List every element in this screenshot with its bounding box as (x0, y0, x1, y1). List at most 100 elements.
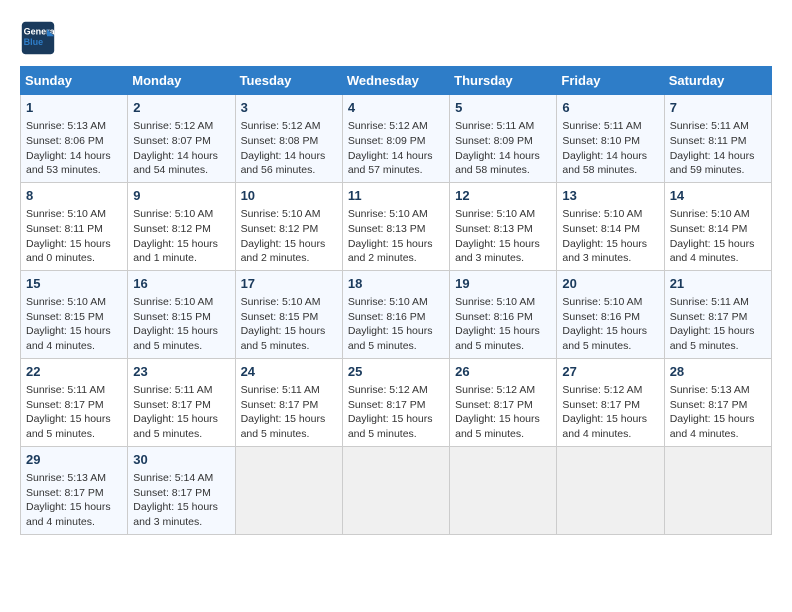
daylight-text: Daylight: 15 hours and 5 minutes. (562, 324, 658, 353)
day-number: 14 (670, 187, 766, 205)
daylight-text: Daylight: 15 hours and 1 minute. (133, 237, 229, 266)
sunrise-text: Sunrise: 5:13 AM (26, 471, 122, 486)
day-number: 4 (348, 99, 444, 117)
calendar-cell: 6Sunrise: 5:11 AMSunset: 8:10 PMDaylight… (557, 95, 664, 183)
sunset-text: Sunset: 8:17 PM (26, 398, 122, 413)
day-number: 13 (562, 187, 658, 205)
sunset-text: Sunset: 8:12 PM (133, 222, 229, 237)
sunrise-text: Sunrise: 5:10 AM (241, 295, 337, 310)
sunset-text: Sunset: 8:14 PM (670, 222, 766, 237)
sunset-text: Sunset: 8:09 PM (455, 134, 551, 149)
header: General Blue (20, 20, 772, 56)
daylight-text: Daylight: 14 hours and 54 minutes. (133, 149, 229, 178)
sunrise-text: Sunrise: 5:13 AM (670, 383, 766, 398)
sunrise-text: Sunrise: 5:10 AM (455, 295, 551, 310)
sunrise-text: Sunrise: 5:11 AM (562, 119, 658, 134)
daylight-text: Daylight: 15 hours and 0 minutes. (26, 237, 122, 266)
daylight-text: Daylight: 14 hours and 57 minutes. (348, 149, 444, 178)
sunset-text: Sunset: 8:16 PM (455, 310, 551, 325)
day-number: 21 (670, 275, 766, 293)
daylight-text: Daylight: 15 hours and 2 minutes. (241, 237, 337, 266)
sunset-text: Sunset: 8:17 PM (348, 398, 444, 413)
sunrise-text: Sunrise: 5:10 AM (348, 207, 444, 222)
sunset-text: Sunset: 8:17 PM (455, 398, 551, 413)
calendar-cell: 19Sunrise: 5:10 AMSunset: 8:16 PMDayligh… (450, 270, 557, 358)
day-number: 18 (348, 275, 444, 293)
calendar-cell: 4Sunrise: 5:12 AMSunset: 8:09 PMDaylight… (342, 95, 449, 183)
calendar-cell: 21Sunrise: 5:11 AMSunset: 8:17 PMDayligh… (664, 270, 771, 358)
daylight-text: Daylight: 15 hours and 4 minutes. (26, 324, 122, 353)
sunset-text: Sunset: 8:17 PM (562, 398, 658, 413)
day-number: 1 (26, 99, 122, 117)
header-sunday: Sunday (21, 67, 128, 95)
calendar-cell (342, 446, 449, 534)
daylight-text: Daylight: 15 hours and 3 minutes. (455, 237, 551, 266)
sunrise-text: Sunrise: 5:10 AM (26, 207, 122, 222)
calendar-cell: 23Sunrise: 5:11 AMSunset: 8:17 PMDayligh… (128, 358, 235, 446)
daylight-text: Daylight: 15 hours and 5 minutes. (241, 324, 337, 353)
sunrise-text: Sunrise: 5:12 AM (455, 383, 551, 398)
logo-icon: General Blue (20, 20, 56, 56)
daylight-text: Daylight: 15 hours and 2 minutes. (348, 237, 444, 266)
day-number: 25 (348, 363, 444, 381)
calendar-cell: 11Sunrise: 5:10 AMSunset: 8:13 PMDayligh… (342, 182, 449, 270)
sunrise-text: Sunrise: 5:10 AM (455, 207, 551, 222)
day-number: 17 (241, 275, 337, 293)
sunrise-text: Sunrise: 5:12 AM (348, 119, 444, 134)
day-number: 5 (455, 99, 551, 117)
calendar-cell: 12Sunrise: 5:10 AMSunset: 8:13 PMDayligh… (450, 182, 557, 270)
calendar-cell (450, 446, 557, 534)
sunrise-text: Sunrise: 5:13 AM (26, 119, 122, 134)
day-number: 26 (455, 363, 551, 381)
sunset-text: Sunset: 8:13 PM (348, 222, 444, 237)
day-number: 22 (26, 363, 122, 381)
calendar-cell: 5 Sunrise: 5:11 AMSunset: 8:09 PMDaylight… (450, 95, 557, 183)
week-row-3: 15Sunrise: 5:10 AMSunset: 8:15 PMDayligh… (21, 270, 772, 358)
sunrise-text: Sunrise: 5:10 AM (241, 207, 337, 222)
sunrise-text: Sunrise: 5:10 AM (26, 295, 122, 310)
sunset-text: Sunset: 8:06 PM (26, 134, 122, 149)
daylight-text: Daylight: 15 hours and 4 minutes. (562, 412, 658, 441)
sunrise-text: Sunrise: 5:12 AM (562, 383, 658, 398)
sunset-text: Sunset: 8:15 PM (133, 310, 229, 325)
daylight-text: Daylight: 15 hours and 5 minutes. (26, 412, 122, 441)
daylight-text: Daylight: 15 hours and 3 minutes. (133, 500, 229, 529)
sunset-text: Sunset: 8:10 PM (562, 134, 658, 149)
calendar-cell: 13Sunrise: 5:10 AMSunset: 8:14 PMDayligh… (557, 182, 664, 270)
sunset-text: Sunset: 8:16 PM (348, 310, 444, 325)
sunrise-text: Sunrise: 5:10 AM (133, 295, 229, 310)
day-number: 3 (241, 99, 337, 117)
sunrise-text: Sunrise: 5:11 AM (455, 119, 551, 134)
sunset-text: Sunset: 8:08 PM (241, 134, 337, 149)
sunset-text: Sunset: 8:11 PM (26, 222, 122, 237)
sunrise-text: Sunrise: 5:10 AM (133, 207, 229, 222)
daylight-text: Daylight: 15 hours and 4 minutes. (670, 237, 766, 266)
week-row-5: 29Sunrise: 5:13 AMSunset: 8:17 PMDayligh… (21, 446, 772, 534)
svg-text:Blue: Blue (24, 37, 44, 47)
sunrise-text: Sunrise: 5:11 AM (670, 295, 766, 310)
sunset-text: Sunset: 8:14 PM (562, 222, 658, 237)
sunset-text: Sunset: 8:17 PM (26, 486, 122, 501)
calendar-cell: 18Sunrise: 5:10 AMSunset: 8:16 PMDayligh… (342, 270, 449, 358)
daylight-text: Daylight: 15 hours and 5 minutes. (455, 412, 551, 441)
daylight-text: Daylight: 15 hours and 5 minutes. (133, 412, 229, 441)
sunset-text: Sunset: 8:17 PM (133, 398, 229, 413)
header-friday: Friday (557, 67, 664, 95)
calendar-header-row: SundayMondayTuesdayWednesdayThursdayFrid… (21, 67, 772, 95)
sunrise-text: Sunrise: 5:11 AM (26, 383, 122, 398)
calendar-cell: 28Sunrise: 5:13 AMSunset: 8:17 PMDayligh… (664, 358, 771, 446)
daylight-text: Daylight: 14 hours and 58 minutes. (455, 149, 551, 178)
day-number: 30 (133, 451, 229, 469)
day-number: 7 (670, 99, 766, 117)
calendar-table: SundayMondayTuesdayWednesdayThursdayFrid… (20, 66, 772, 535)
day-number: 24 (241, 363, 337, 381)
calendar-cell: 1Sunrise: 5:13 AMSunset: 8:06 PMDaylight… (21, 95, 128, 183)
sunrise-text: Sunrise: 5:10 AM (562, 207, 658, 222)
sunset-text: Sunset: 8:07 PM (133, 134, 229, 149)
daylight-text: Daylight: 15 hours and 5 minutes. (348, 324, 444, 353)
calendar-cell: 20Sunrise: 5:10 AMSunset: 8:16 PMDayligh… (557, 270, 664, 358)
calendar-cell (235, 446, 342, 534)
day-number: 9 (133, 187, 229, 205)
sunrise-text: Sunrise: 5:12 AM (348, 383, 444, 398)
week-row-2: 8Sunrise: 5:10 AMSunset: 8:11 PMDaylight… (21, 182, 772, 270)
